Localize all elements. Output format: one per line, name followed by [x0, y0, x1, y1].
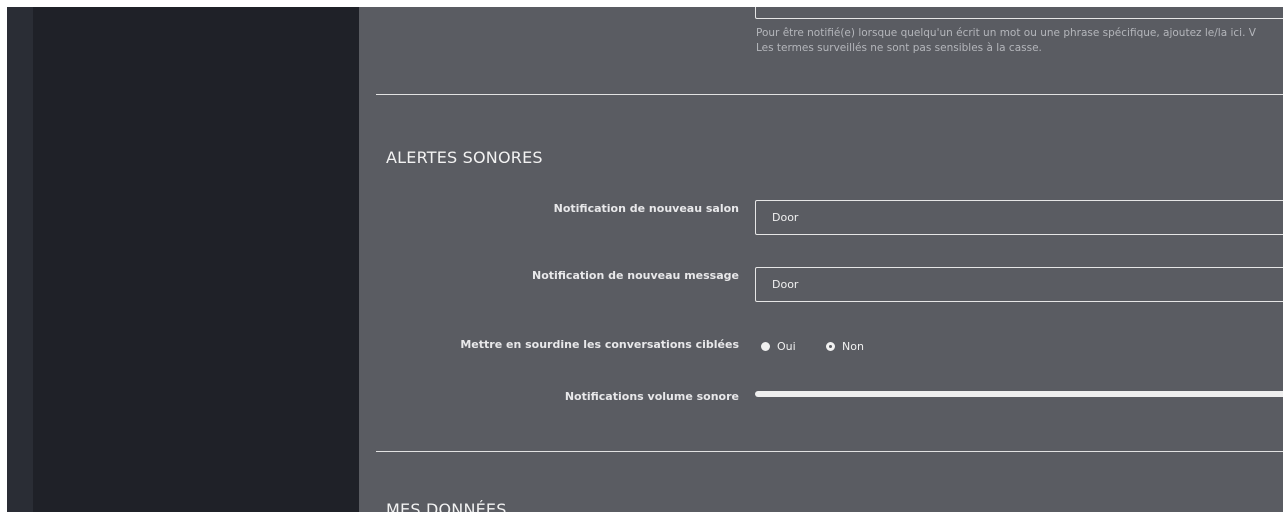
- volume-slider[interactable]: [755, 391, 1283, 397]
- new-message-notification-select[interactable]: Door: [755, 267, 1283, 302]
- radio-selected-icon: [826, 342, 835, 351]
- section-divider: [376, 451, 1283, 452]
- radio-unselected-icon: [761, 342, 770, 351]
- volume-label: Notifications volume sonore: [564, 390, 739, 403]
- preferences-panel: Pour être notifié(e) lorsque quelqu'un é…: [359, 7, 1283, 512]
- mute-focused-label: Mettre en sourdine les conversations cib…: [460, 338, 739, 351]
- sound-alerts-title: ALERTES SONORES: [386, 148, 543, 167]
- server-rail: [7, 7, 33, 512]
- new-room-notification-select[interactable]: Door: [755, 200, 1283, 235]
- sidebar: [33, 7, 359, 512]
- new-room-notification-value: Door: [772, 211, 799, 224]
- top-edge: [0, 0, 1283, 7]
- my-data-title: MES DONNÉES: [386, 500, 507, 512]
- help-line-1: Pour être notifié(e) lorsque quelqu'un é…: [756, 27, 1256, 39]
- highlight-help-text: Pour être notifié(e) lorsque quelqu'un é…: [756, 26, 1283, 56]
- highlight-words-input[interactable]: [755, 7, 1283, 19]
- mute-no-radio[interactable]: Non: [826, 340, 864, 353]
- section-divider: [376, 94, 1283, 95]
- mute-no-label: Non: [842, 340, 864, 353]
- new-room-notification-label: Notification de nouveau salon: [553, 202, 739, 215]
- app-window: Pour être notifié(e) lorsque quelqu'un é…: [0, 0, 1283, 512]
- new-message-notification-value: Door: [772, 278, 799, 291]
- mute-yes-radio[interactable]: Oui: [761, 340, 796, 353]
- help-line-2: Les termes surveillés ne sont pas sensib…: [756, 42, 1042, 54]
- left-edge: [0, 7, 7, 512]
- new-message-notification-label: Notification de nouveau message: [531, 269, 739, 282]
- mute-yes-label: Oui: [777, 340, 796, 353]
